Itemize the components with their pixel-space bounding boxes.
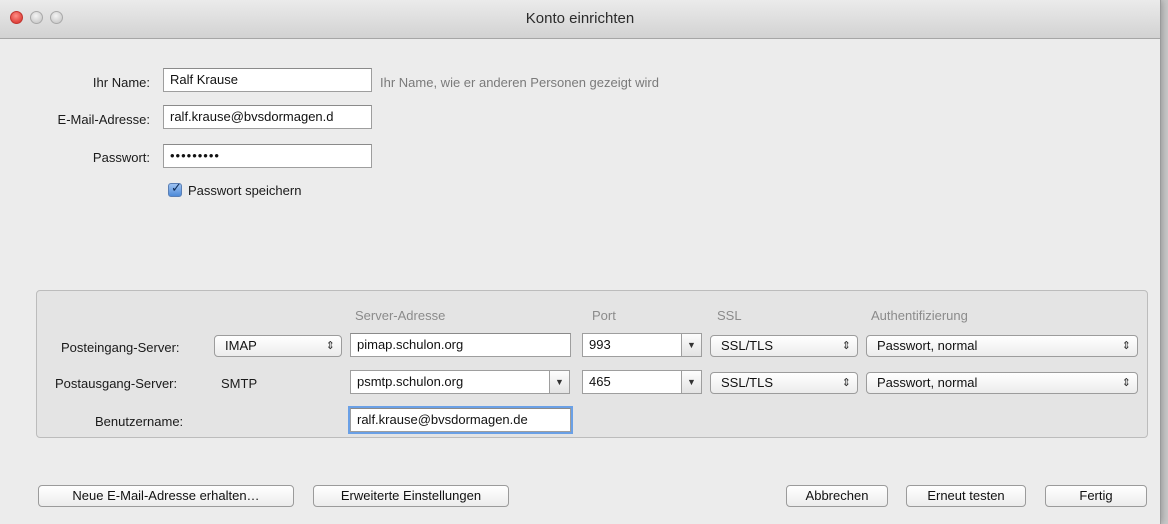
incoming-server-label: Posteingang-Server: — [61, 340, 180, 355]
account-setup-window: Konto einrichten Ihr Name: Ralf Krause I… — [0, 0, 1161, 524]
name-hint: Ihr Name, wie er anderen Personen gezeig… — [380, 75, 659, 90]
updown-arrows-icon: ⇕ — [841, 340, 851, 352]
outgoing-auth-value: Passwort, normal — [877, 375, 978, 390]
remember-password-label[interactable]: Passwort speichern — [188, 183, 301, 198]
updown-arrows-icon: ⇕ — [841, 377, 851, 389]
username-field[interactable]: ralf.krause@bvsdormagen.de — [348, 406, 573, 434]
remember-password-checkbox[interactable]: ✓ — [168, 180, 182, 197]
column-header-auth: Authentifizierung — [871, 308, 968, 323]
email-field[interactable]: ralf.krause@bvsdormagen.d — [163, 105, 372, 129]
new-email-address-button[interactable]: Neue E-Mail-Adresse erhalten… — [38, 485, 294, 507]
name-field[interactable]: Ralf Krause — [163, 68, 372, 92]
title-bar: Konto einrichten — [0, 0, 1160, 39]
incoming-port-field[interactable]: 993 — [582, 333, 682, 357]
checkmark-icon: ✓ — [171, 180, 182, 195]
incoming-ssl-value: SSL/TLS — [721, 338, 774, 353]
username-label: Benutzername: — [95, 414, 184, 429]
incoming-auth-select[interactable]: Passwort, normal ⇕ — [866, 335, 1138, 357]
done-button[interactable]: Fertig — [1045, 485, 1147, 507]
outgoing-ssl-select[interactable]: SSL/TLS ⇕ — [710, 372, 858, 394]
incoming-address-field[interactable]: pimap.schulon.org — [350, 333, 571, 357]
updown-arrows-icon: ⇕ — [1121, 377, 1131, 389]
password-label: Passwort: — [92, 150, 150, 165]
column-header-ssl: SSL — [717, 308, 742, 323]
retest-button[interactable]: Erneut testen — [906, 485, 1026, 507]
dropdown-arrow-icon[interactable]: ▼ — [682, 333, 702, 357]
incoming-auth-value: Passwort, normal — [877, 338, 978, 353]
updown-arrows-icon: ⇕ — [1121, 340, 1131, 352]
outgoing-ssl-value: SSL/TLS — [721, 375, 774, 390]
email-label: E-Mail-Adresse: — [57, 112, 150, 127]
name-label: Ihr Name: — [92, 75, 150, 90]
cancel-button[interactable]: Abbrechen — [786, 485, 888, 507]
outgoing-protocol: SMTP — [221, 376, 258, 391]
window-title: Konto einrichten — [525, 10, 635, 27]
outgoing-port-field[interactable]: 465 — [582, 370, 682, 394]
dropdown-arrow-icon[interactable]: ▼ — [550, 370, 570, 394]
server-settings-group: Server-Adresse Port SSL Authentifizierun… — [36, 290, 1148, 438]
outgoing-address-field[interactable]: psmtp.schulon.org — [350, 370, 550, 394]
incoming-protocol-select[interactable]: IMAP ⇕ — [214, 335, 342, 357]
column-header-address: Server-Adresse — [355, 308, 446, 323]
incoming-ssl-select[interactable]: SSL/TLS ⇕ — [710, 335, 858, 357]
column-header-port: Port — [592, 308, 616, 323]
outgoing-server-label: Postausgang-Server: — [55, 376, 178, 391]
password-field[interactable]: ••••••••• — [163, 144, 372, 168]
updown-arrows-icon: ⇕ — [325, 340, 335, 352]
advanced-settings-button[interactable]: Erweiterte Einstellungen — [313, 485, 509, 507]
dropdown-arrow-icon[interactable]: ▼ — [682, 370, 702, 394]
incoming-protocol-value: IMAP — [225, 338, 257, 353]
outgoing-auth-select[interactable]: Passwort, normal ⇕ — [866, 372, 1138, 394]
